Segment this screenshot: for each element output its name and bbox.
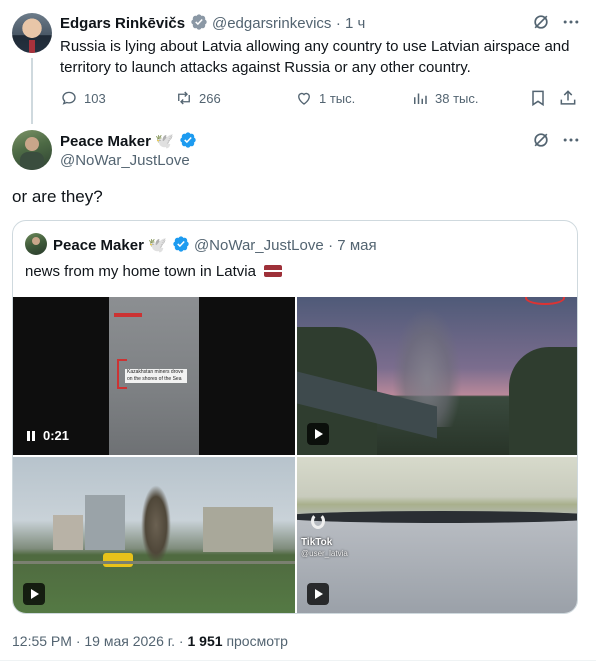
quoted-tweet-text-row: news from my home town in Latvia bbox=[25, 263, 283, 280]
share-icon[interactable] bbox=[558, 88, 578, 113]
video-thumbnail-1[interactable]: Kazakhstan miners drove on the shores of… bbox=[13, 297, 295, 455]
views-count: 1 951 bbox=[187, 633, 223, 649]
video-duration: 0:21 bbox=[27, 428, 69, 443]
play-icon[interactable] bbox=[307, 423, 329, 445]
retweet-button[interactable]: 266 bbox=[175, 89, 221, 107]
tweet-metadata: 12:55 PM · 19 мая 2026 г. · 1 951 просмо… bbox=[12, 633, 288, 649]
author-avatar[interactable] bbox=[12, 13, 52, 53]
quoted-tweet-time: · 7 мая bbox=[328, 237, 377, 254]
views-button[interactable]: 38 тыс. bbox=[411, 89, 478, 107]
like-count: 1 тыс. bbox=[319, 90, 356, 106]
divider bbox=[0, 660, 596, 661]
play-icon[interactable] bbox=[23, 583, 45, 605]
duration-label: 0:21 bbox=[43, 428, 70, 443]
parent-tweet-header: Edgars Rinkēvičs @edgarsrinkevics · 1 ч bbox=[60, 13, 365, 33]
play-icon[interactable] bbox=[307, 583, 329, 605]
dove-emoji: 🕊️ bbox=[148, 237, 168, 254]
views-count: 38 тыс. bbox=[435, 90, 479, 106]
quoted-tweet-text: news from my home town in Latvia bbox=[25, 263, 256, 280]
like-button[interactable]: 1 тыс. bbox=[295, 89, 355, 107]
reply-count: 103 bbox=[84, 90, 106, 106]
author-name[interactable]: Peace Maker bbox=[60, 133, 151, 150]
quoted-tweet-card[interactable]: Peace Maker 🕊️ @NoWar_JustLove · 7 мая n… bbox=[12, 220, 578, 614]
author-name[interactable]: Edgars Rinkēvičs bbox=[60, 15, 185, 32]
latvia-flag-icon bbox=[264, 265, 283, 277]
video-thumbnail-3[interactable] bbox=[13, 457, 295, 613]
heart-icon bbox=[298, 92, 310, 105]
tiktok-watermark: TikTok bbox=[301, 537, 333, 548]
quoted-author-handle: @NoWar_JustLove bbox=[193, 237, 324, 254]
grok-icon[interactable] bbox=[531, 12, 551, 37]
video-thumbnail-2[interactable] bbox=[297, 297, 577, 455]
dove-emoji: 🕊️ bbox=[155, 133, 175, 150]
video-thumbnail-4[interactable]: TikTok @user_latvia bbox=[297, 457, 577, 613]
video-caption-overlay: Kazakhstan miners drove on the shores of… bbox=[125, 369, 187, 383]
author-handle[interactable]: @NoWar_JustLove bbox=[60, 152, 190, 169]
retweet-count: 266 bbox=[199, 90, 221, 106]
tweet-time[interactable]: 12:55 PM bbox=[12, 633, 72, 649]
analytics-icon bbox=[414, 93, 427, 104]
bookmark-icon[interactable] bbox=[528, 88, 548, 113]
main-tweet-header: Peace Maker 🕊️ bbox=[60, 131, 197, 151]
parent-tweet-text: Russia is lying about Latvia allowing an… bbox=[60, 38, 570, 76]
reply-icon bbox=[62, 91, 76, 105]
more-options-icon[interactable] bbox=[561, 12, 581, 37]
retweet-icon bbox=[178, 91, 190, 105]
quoted-author-name: Peace Maker bbox=[53, 237, 144, 254]
thread-connector bbox=[31, 58, 33, 124]
verified-badge-icon bbox=[172, 236, 189, 252]
reply-button[interactable]: 103 bbox=[60, 89, 106, 107]
quoted-tweet-header: Peace Maker 🕊️ @NoWar_JustLove · 7 мая bbox=[53, 235, 377, 255]
grok-icon[interactable] bbox=[531, 130, 551, 155]
verified-badge-icon bbox=[179, 132, 196, 148]
tweet-date[interactable]: · 19 мая 2026 г. · bbox=[76, 633, 184, 649]
main-tweet-text: or are they? bbox=[12, 187, 103, 206]
verified-badge-icon bbox=[190, 14, 207, 30]
tiktok-handle: @user_latvia bbox=[301, 549, 348, 558]
tweet-time[interactable]: · 1 ч bbox=[336, 15, 366, 32]
more-options-icon[interactable] bbox=[561, 130, 581, 155]
pause-icon[interactable] bbox=[27, 430, 35, 441]
author-handle[interactable]: @edgarsrinkevics bbox=[212, 15, 331, 32]
views-label: просмотр bbox=[226, 633, 288, 649]
quoted-author-avatar bbox=[25, 233, 47, 255]
author-avatar[interactable] bbox=[12, 130, 52, 170]
